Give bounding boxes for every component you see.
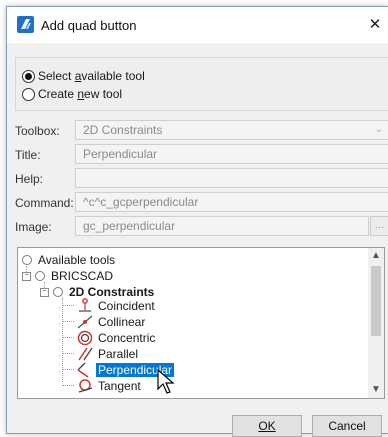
ok-button[interactable]: OK (232, 415, 302, 437)
ok-label: OK (258, 419, 276, 433)
dialog-title: Add quad button (41, 18, 137, 33)
perpendicular-icon (77, 362, 89, 378)
tree-connector (62, 337, 74, 338)
tree-item-coincident[interactable]: Coincident (76, 298, 157, 314)
collinear-icon (77, 315, 93, 329)
tree-connector (62, 353, 74, 354)
tree-item-collinear[interactable]: Collinear (76, 314, 147, 330)
tree-connector (62, 305, 74, 306)
scroll-thumb[interactable] (371, 266, 381, 336)
cancel-label: Cancel (328, 419, 366, 433)
tree-item-parallel[interactable]: Parallel (76, 346, 140, 362)
chevron-down-icon: ⌄ (374, 124, 383, 135)
create-new-label: Create new tool (38, 87, 123, 101)
concentric-icon (77, 330, 93, 346)
title-bar: Add quad button ✕ (7, 7, 388, 43)
image-label: Image: (15, 220, 52, 234)
tree-node-label: BRICSCAD (51, 269, 114, 283)
tree-connector (62, 321, 74, 322)
tree-connector (62, 385, 74, 386)
select-available-label: Select available tool (38, 69, 145, 83)
close-button[interactable]: ✕ (364, 14, 386, 36)
tree-item-tangent[interactable]: Tangent (76, 378, 143, 394)
command-field[interactable]: ^c^c_gcperpendicular (75, 192, 388, 212)
parallel-icon (78, 347, 93, 361)
image-field[interactable]: gc_perpendicular (75, 216, 369, 236)
tree-node-bricscad[interactable]: − BRICSCAD (22, 268, 115, 284)
command-label: Command: (15, 196, 74, 210)
help-field[interactable] (75, 168, 388, 188)
toolbox-label: Toolbox: (15, 124, 60, 138)
tree-item-concentric[interactable]: Concentric (76, 330, 157, 346)
radio-create-new[interactable] (22, 87, 35, 101)
tree-node-root[interactable]: Available tools (22, 252, 117, 268)
title-label: Title: (15, 148, 41, 162)
node-radio-icon (22, 255, 32, 265)
tree-node-label: Available tools (38, 253, 116, 267)
mouse-pointer-icon (157, 369, 175, 394)
collapse-icon[interactable]: − (22, 271, 31, 281)
image-value: gc_perpendicular (83, 219, 176, 233)
title-field[interactable]: Perpendicular (75, 144, 388, 164)
tree-item-label: Collinear (98, 315, 146, 329)
node-radio-icon (35, 271, 45, 281)
tree-scrollbar[interactable]: ▲ ▼ (368, 248, 384, 398)
coincident-icon (79, 298, 91, 312)
tree-connector (62, 369, 74, 370)
collapse-icon[interactable]: − (40, 287, 49, 297)
toolbox-value: 2D Constraints (83, 123, 163, 137)
scroll-up-icon[interactable]: ▲ (368, 248, 384, 264)
command-value: ^c^c_gcperpendicular (83, 195, 199, 209)
radio-select-available[interactable] (22, 69, 35, 83)
tangent-icon (78, 379, 93, 393)
tools-tree[interactable]: Available tools − BRICSCAD − 2D Constrai… (17, 247, 385, 399)
title-value: Perpendicular (83, 147, 158, 161)
node-radio-icon (53, 287, 63, 297)
select-available-tool-option[interactable]: Select available tool (22, 68, 145, 84)
tree-item-label: Concentric (98, 331, 156, 345)
help-label: Help: (15, 172, 44, 186)
tree-item-label: Coincident (98, 299, 155, 313)
tree-item-label: Parallel (98, 347, 139, 361)
tree-item-label: Tangent (98, 379, 141, 393)
mode-group: Select available tool Create new tool (15, 57, 388, 111)
tree-node-label: 2D Constraints (69, 285, 155, 299)
scroll-down-icon[interactable]: ▼ (368, 382, 384, 398)
cancel-button[interactable]: Cancel (312, 415, 382, 437)
bricscad-app-icon (17, 16, 34, 33)
toolbox-select[interactable]: 2D Constraints ⌄ (75, 120, 388, 140)
browse-image-button[interactable]: ... (370, 216, 388, 236)
add-quad-button-dialog: Add quad button ✕ Select available tool … (6, 6, 388, 437)
create-new-tool-option[interactable]: Create new tool (22, 86, 122, 102)
